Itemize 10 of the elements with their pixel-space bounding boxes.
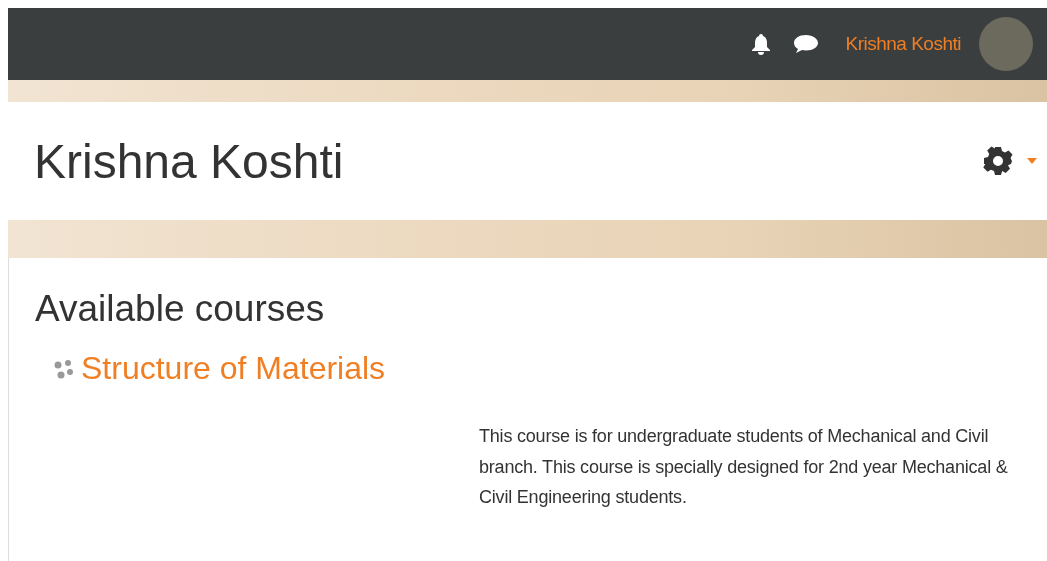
course-link[interactable]: Structure of Materials	[81, 350, 386, 387]
user-name-link[interactable]: Krishna Koshti	[845, 33, 961, 55]
bell-icon[interactable]	[751, 33, 772, 55]
caret-icon[interactable]	[1027, 158, 1037, 164]
course-summary: This course is for undergraduate students of Mechanical and Civil branch. This course is specially designed for 2nd year Mechanical & Civil Engineering students.	[479, 425, 1009, 509]
settings-icon[interactable]	[983, 146, 1013, 176]
chat-bubble-icon[interactable]	[793, 34, 820, 54]
section-heading: Available courses	[35, 288, 326, 330]
course-icon	[53, 358, 75, 379]
page-title: Krishna Koshti	[34, 133, 344, 189]
